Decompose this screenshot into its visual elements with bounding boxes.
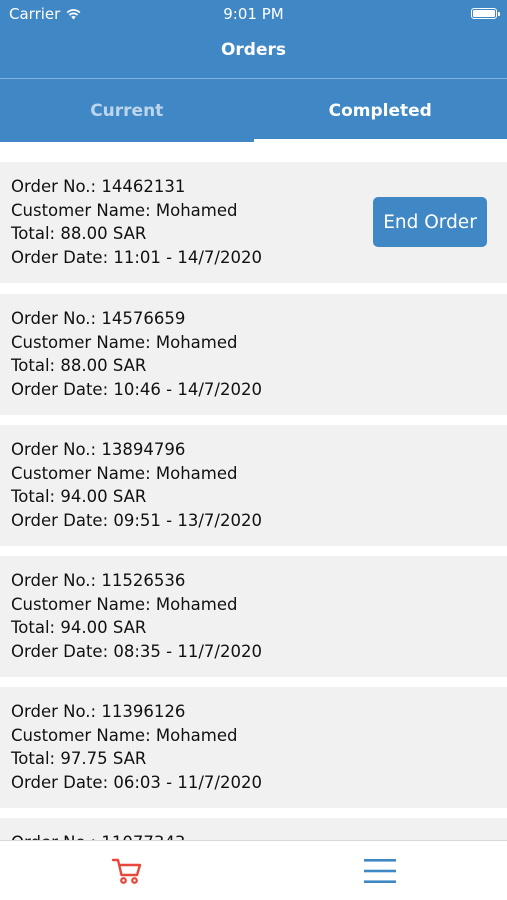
order-total: Total: 88.00 SAR [11, 356, 147, 375]
customer-name: Customer Name: Mohamed [11, 463, 238, 483]
order-total: Total: 97.75 SAR [11, 749, 147, 768]
order-total: Total: 88.00 SAR [11, 224, 147, 243]
order-card[interactable]: Order No.: 14462131 Customer Name: Moham… [0, 162, 507, 283]
order-date: Order Date: 08:35 - 11/7/2020 [11, 641, 262, 661]
order-number: Order No.: 14576659 [11, 309, 186, 328]
customer-name: Customer Name: Mohamed [11, 725, 238, 745]
order-number: Order No.: 11526536 [11, 571, 186, 590]
order-date: Order Date: 11:01 - 14/7/2020 [11, 247, 262, 267]
cart-icon [111, 858, 141, 884]
order-card[interactable]: Order No.: 14576659 Customer Name: Moham… [0, 294, 507, 415]
order-number: Order No.: 11077343 [11, 831, 185, 840]
order-card[interactable]: Order No.: 11396126 Customer Name: Moham… [0, 687, 507, 808]
order-card[interactable]: Order No.: 11526536 Customer Name: Moham… [0, 556, 507, 677]
tab-completed[interactable]: Completed [253, 79, 507, 142]
end-order-button[interactable]: End Order [373, 197, 487, 247]
customer-name: Customer Name: Mohamed [11, 594, 238, 614]
status-time: 9:01 PM [223, 5, 284, 23]
order-date: Order Date: 10:46 - 14/7/2020 [11, 379, 262, 399]
customer-name: Customer Name: Mohamed [11, 332, 238, 352]
order-date: Order Date: 06:03 - 11/7/2020 [11, 772, 262, 792]
page-title: Orders [220, 40, 287, 60]
order-date: Order Date: 09:51 - 13/7/2020 [11, 510, 262, 530]
order-card[interactable]: Order No.: 13894796 Customer Name: Moham… [0, 425, 507, 546]
status-bar: Carrier 9:01 PM [0, 0, 507, 28]
order-number: Order No.: 13894796 [11, 440, 186, 459]
order-number: Order No.: 14462131 [11, 177, 186, 196]
menu-icon [364, 858, 397, 883]
app-header: Carrier 9:01 PM Orders Current Completed [0, 0, 507, 142]
orders-list[interactable]: Order No.: 14462131 Customer Name: Moham… [0, 142, 507, 840]
order-tabs: Current Completed [0, 79, 507, 142]
customer-name: Customer Name: Mohamed [11, 200, 238, 220]
cart-tab[interactable] [0, 841, 254, 900]
menu-tab[interactable] [254, 841, 507, 900]
order-total: Total: 94.00 SAR [11, 618, 147, 637]
tab-current[interactable]: Current [0, 79, 254, 142]
battery-icon [471, 8, 500, 19]
order-card[interactable]: Order No.: 11077343 [0, 818, 507, 840]
order-total: Total: 94.00 SAR [11, 487, 147, 506]
order-number: Order No.: 11396126 [11, 702, 186, 721]
bottom-tab-bar [0, 840, 507, 900]
